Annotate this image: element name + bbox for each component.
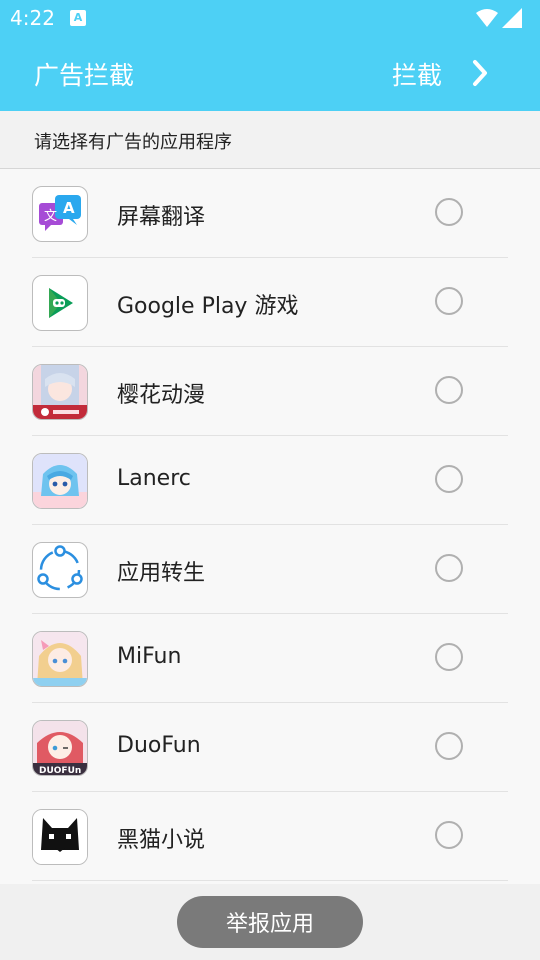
notification-icon: A	[70, 10, 86, 26]
select-radio[interactable]	[435, 554, 463, 582]
select-radio[interactable]	[435, 821, 463, 849]
lanerc-icon	[32, 453, 88, 509]
app-row-sakura-anime[interactable]: 樱花动漫	[0, 347, 540, 436]
app-name: Lanerc	[117, 466, 191, 491]
app-name: Google Play 游戏	[117, 294, 299, 319]
app-row-lanerc[interactable]: Lanerc	[0, 436, 540, 525]
select-radio[interactable]	[435, 376, 463, 404]
wifi-icon	[476, 9, 498, 27]
select-radio[interactable]	[435, 643, 463, 671]
app-row-black-cat-novel[interactable]: 黑猫小说	[0, 792, 540, 881]
translate-icon: 文 A	[32, 186, 88, 242]
chevron-right-icon[interactable]	[470, 59, 490, 87]
black-cat-novel-icon	[32, 809, 88, 865]
status-bar: 4:22 A	[0, 0, 540, 37]
select-radio[interactable]	[435, 287, 463, 315]
block-action-button[interactable]: 拦截	[392, 56, 442, 92]
translate-zh-glyph: 文	[44, 209, 57, 224]
app-name: DuoFun	[117, 733, 201, 758]
duofun-logo-text: DUOFUn	[39, 766, 81, 775]
app-row-mifun[interactable]: MiFun	[0, 614, 540, 703]
app-row-screen-translate[interactable]: 文 A 屏幕翻译	[0, 169, 540, 258]
status-icons	[476, 8, 522, 28]
app-name: 屏幕翻译	[117, 205, 206, 230]
report-app-button[interactable]: 举报应用	[177, 896, 363, 948]
app-name: 黑猫小说	[117, 828, 206, 853]
app-row-duofun[interactable]: DUOFUn DuoFun	[0, 703, 540, 792]
select-radio[interactable]	[435, 198, 463, 226]
app-bar: 广告拦截 拦截	[0, 37, 540, 111]
mifun-icon	[32, 631, 88, 687]
instruction-text: 请选择有广告的应用程序	[34, 132, 232, 153]
app-list: 文 A 屏幕翻译 Google Play 游戏 樱花动漫 Lanerc 应用转生…	[0, 169, 540, 881]
instruction-bar: 请选择有广告的应用程序	[0, 111, 540, 169]
app-name: 应用转生	[117, 561, 206, 586]
app-rebirth-icon	[32, 542, 88, 598]
page-title: 广告拦截	[34, 61, 135, 90]
app-name: 樱花动漫	[117, 383, 206, 408]
translate-en-glyph: A	[63, 199, 75, 217]
google-play-games-icon	[32, 275, 88, 331]
sakura-anime-icon	[32, 364, 88, 420]
app-row-google-play-games[interactable]: Google Play 游戏	[0, 258, 540, 347]
app-row-app-rebirth[interactable]: 应用转生	[0, 525, 540, 614]
bottom-bar: 举报应用	[0, 884, 540, 960]
status-time: 4:22	[10, 6, 55, 30]
app-name: MiFun	[117, 644, 182, 669]
duofun-icon: DUOFUn	[32, 720, 88, 776]
select-radio[interactable]	[435, 465, 463, 493]
select-radio[interactable]	[435, 732, 463, 760]
signal-icon	[502, 8, 522, 28]
